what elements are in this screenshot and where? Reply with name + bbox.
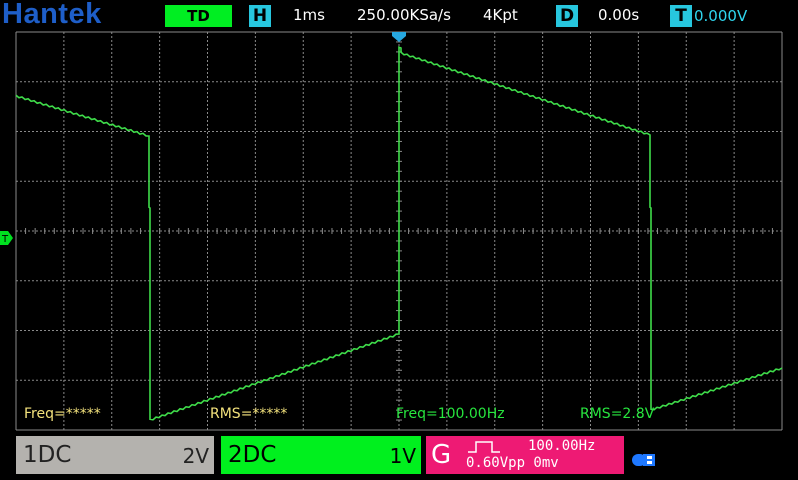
generator-amplitude: 0.60Vpp 0mv [466,455,559,471]
square-wave-icon [468,441,500,453]
ch1-frequency: Freq=***** [24,406,101,422]
channel-2-name: 2DC [228,442,277,468]
generator-box[interactable]: G 100.00Hz 0.60Vpp 0mv [426,436,624,474]
trigger-level-marker[interactable]: T [0,231,13,245]
ch2-rms: RMS=2.8V [580,406,655,422]
channel-2-box[interactable]: 2DC 1V [221,436,421,474]
trigger-position-marker[interactable] [392,32,406,42]
usb-link-icon [632,454,655,466]
generator-frequency: 100.00Hz [528,438,596,454]
channel-2-scale: 1V [389,444,416,468]
channel-1-name: 1DC [23,442,72,468]
generator-label: G [431,440,452,470]
ch1-rms: RMS=***** [210,406,288,422]
ch2-frequency: Freq=100.00Hz [396,406,505,422]
trigger-level-marker-label: T [1,234,9,245]
channel-1-box[interactable]: 1DC 2V [16,436,214,474]
channel-1-scale: 2V [182,444,209,468]
